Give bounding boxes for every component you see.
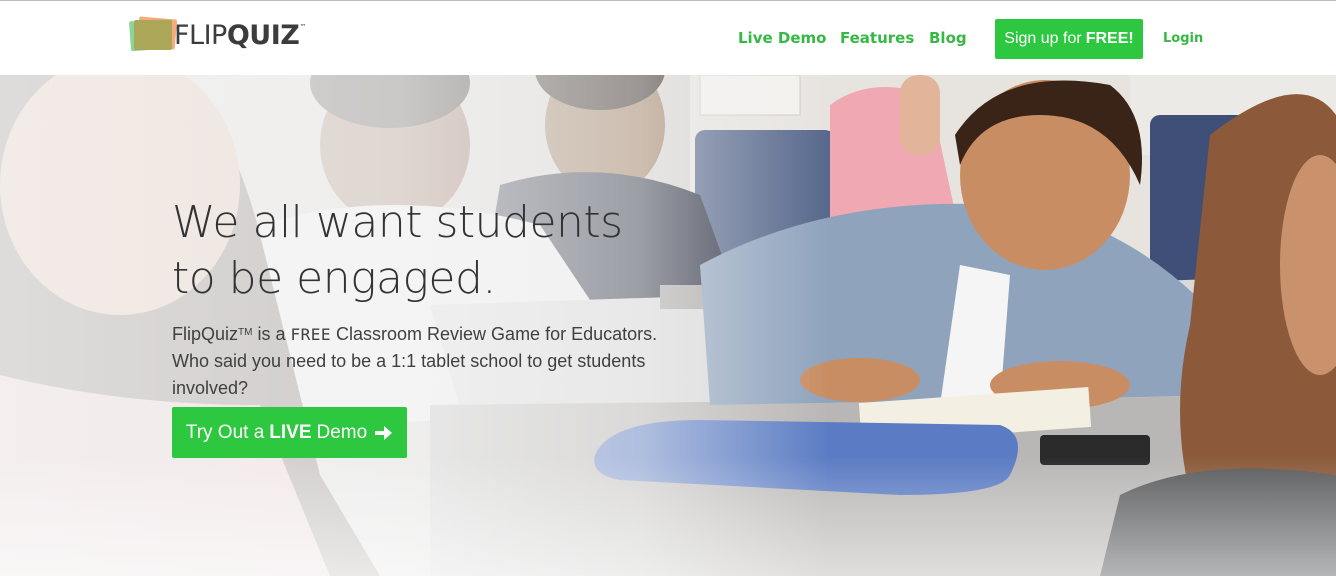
signup-free-button[interactable]: Sign up for FREE!	[995, 19, 1143, 59]
top-navigation-bar: FLIPQUIZ™ Live Demo Features Blog Sign u…	[0, 0, 1336, 75]
nav-features-link[interactable]: Features	[840, 29, 914, 47]
demo-button-suffix: Demo	[316, 421, 368, 443]
hero-description-tm: TM	[238, 327, 253, 338]
logo-wordmark: FLIPQUIZ™	[174, 19, 306, 51]
hero-description: FlipQuizTM is a FREE Classroom Review Ga…	[172, 321, 692, 402]
demo-button-prefix: Try Out a	[185, 421, 265, 443]
hero-description-free: FREE	[290, 325, 332, 344]
logo-cards-icon	[128, 16, 178, 54]
try-live-demo-button[interactable]: Try Out a LIVE Demo	[172, 407, 407, 458]
hero-headline-line-1: We all want students	[172, 197, 623, 248]
hero-description-is-a: is a	[252, 324, 291, 344]
hero-headline: We all want students to be engaged.	[172, 195, 692, 307]
flipquiz-logo[interactable]: FLIPQUIZ™	[128, 16, 306, 54]
nav-login-link[interactable]: Login	[1163, 31, 1203, 46]
nav-live-demo-link[interactable]: Live Demo	[738, 29, 826, 47]
demo-button-strong: LIVE	[269, 421, 312, 443]
hero-bottom-fade	[0, 456, 1336, 576]
arrow-right-icon	[373, 423, 393, 443]
nav-blog-link[interactable]: Blog	[929, 29, 967, 47]
signup-button-label: Sign up for	[1004, 30, 1082, 47]
signup-button-strong: FREE!	[1085, 30, 1134, 47]
hero-description-brand: FlipQuiz	[172, 324, 239, 344]
hero-headline-line-2: to be engaged.	[172, 253, 496, 304]
hero-section: We all want students to be engaged. Flip…	[0, 75, 1336, 576]
